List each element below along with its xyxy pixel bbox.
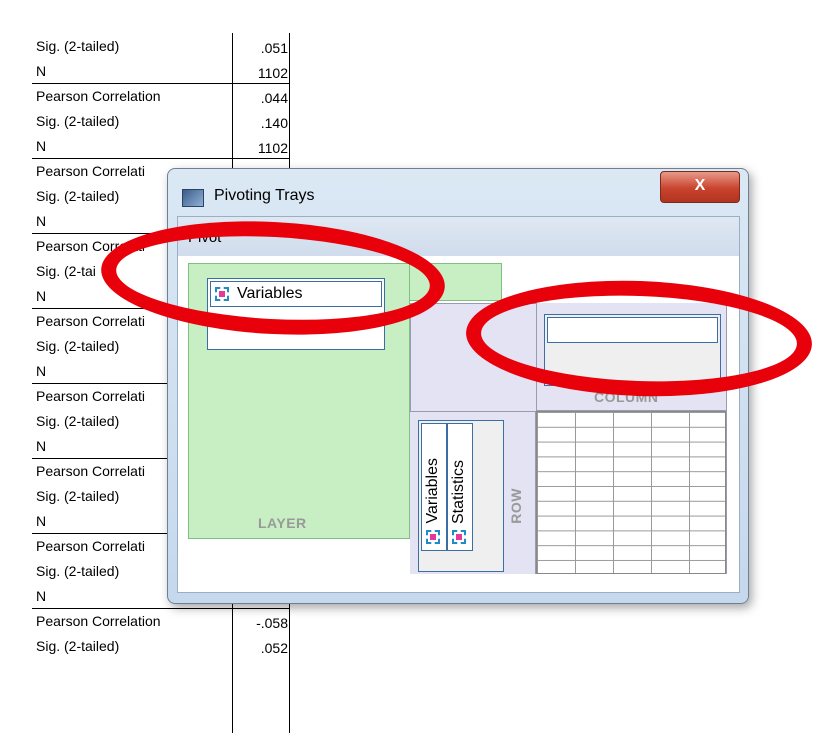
row-label: Pearson Correlation bbox=[36, 613, 161, 629]
row-label: N bbox=[36, 288, 47, 304]
row-label: N bbox=[36, 138, 47, 154]
table-row: N 1102 bbox=[32, 133, 288, 158]
row-label: Sig. (2-tailed) bbox=[36, 38, 120, 54]
row-label: N bbox=[36, 363, 47, 379]
layer-label: LAYER bbox=[258, 515, 307, 531]
row-divider bbox=[32, 83, 289, 84]
row-item-variables[interactable]: Variables bbox=[421, 423, 447, 551]
row-label: N bbox=[36, 588, 47, 604]
row-value: .044 bbox=[260, 90, 288, 106]
row-value: 1102 bbox=[257, 140, 288, 156]
row-item-label: Statistics bbox=[450, 459, 467, 524]
table-row: Sig. (2-tailed) .051 bbox=[32, 33, 288, 58]
table-row: Pearson Correlation -.058 bbox=[32, 608, 289, 633]
row-label: N bbox=[36, 513, 47, 529]
table-row: Sig. (2-tailed) .140 bbox=[32, 108, 288, 133]
row-label: Pearson Correlati bbox=[36, 463, 145, 479]
row-label: Sig. (2-tailed) bbox=[36, 113, 120, 129]
table-row: Pearson Correlation .044 bbox=[32, 83, 289, 108]
row-label: Pearson Correlation bbox=[36, 88, 161, 104]
pivot-tray-icon bbox=[182, 189, 204, 207]
close-button[interactable]: X bbox=[660, 171, 740, 203]
row-label: Pearson Correlati bbox=[36, 388, 145, 404]
row-label: Pearson Correlati bbox=[36, 163, 145, 179]
row-label: ROW bbox=[508, 488, 524, 524]
row-item-label: Variables bbox=[424, 458, 441, 524]
dialog-title: Pivoting Trays bbox=[214, 187, 315, 204]
table-grid-preview bbox=[536, 411, 726, 574]
row-label: N bbox=[36, 213, 47, 229]
row-label: Pearson Correlati bbox=[36, 313, 145, 329]
row-label: Sig. (2-tailed) bbox=[36, 563, 120, 579]
row-label: Sig. (2-tailed) bbox=[36, 188, 120, 204]
row-value: .140 bbox=[260, 115, 288, 131]
row-dimension-box[interactable]: Variables Statistics bbox=[418, 420, 504, 572]
row-value: -.058 bbox=[256, 615, 288, 631]
row-label: Sig. (2-tailed) bbox=[36, 488, 120, 504]
pivot-item-icon bbox=[452, 530, 466, 544]
row-value: .052 bbox=[260, 640, 288, 656]
row-divider bbox=[32, 608, 289, 609]
row-label: Sig. (2-tai bbox=[36, 263, 96, 279]
row-value: 1102 bbox=[257, 65, 288, 81]
pivot-item-icon bbox=[426, 530, 440, 544]
close-icon: X bbox=[694, 177, 706, 194]
row-label: Sig. (2-tailed) bbox=[36, 638, 120, 654]
row-value: .051 bbox=[260, 40, 288, 56]
table-row: Sig. (2-tailed) .052 bbox=[32, 633, 288, 658]
row-item-statistics[interactable]: Statistics bbox=[447, 423, 473, 551]
row-label: N bbox=[36, 438, 47, 454]
row-label: N bbox=[36, 63, 47, 79]
row-label: Pearson Correlati bbox=[36, 538, 145, 554]
row-label: Sig. (2-tailed) bbox=[36, 413, 120, 429]
row-divider bbox=[32, 158, 289, 159]
row-label: Sig. (2-tailed) bbox=[36, 338, 120, 354]
table-row: N 1102 bbox=[32, 58, 288, 83]
